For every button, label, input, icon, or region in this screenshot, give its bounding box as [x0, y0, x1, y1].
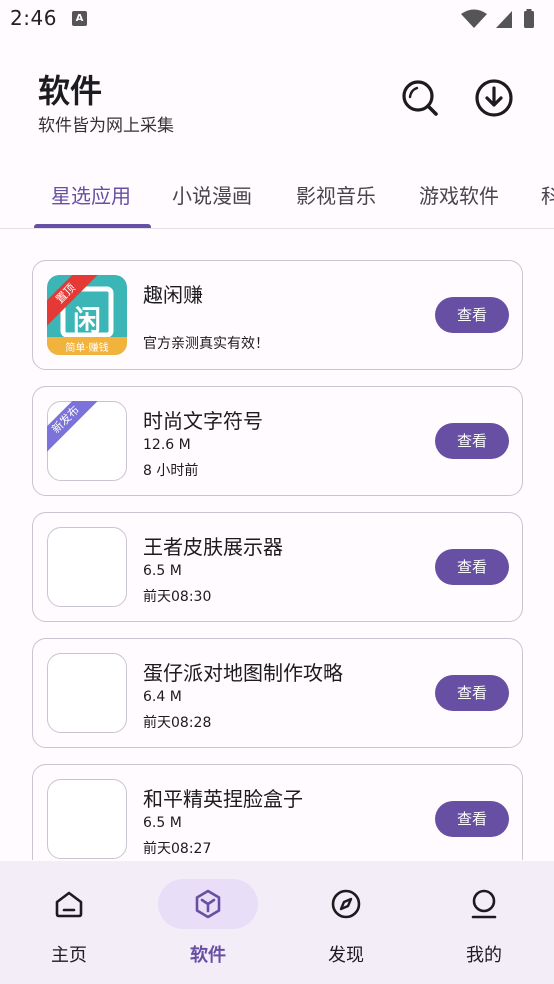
tab-technology[interactable]: 科	[541, 180, 554, 209]
tab-featured-apps[interactable]: 星选应用	[51, 180, 131, 209]
search-icon	[402, 80, 438, 116]
app-update-time: 前天08:28	[143, 715, 212, 731]
nav-label: 主页	[51, 945, 87, 966]
app-name: 趣闲赚	[143, 283, 203, 307]
badge-pinned: 置顶	[47, 275, 105, 333]
app-name: 蛋仔派对地图制作攻略	[143, 661, 343, 685]
nav-home[interactable]: 主页	[19, 879, 119, 969]
page-title: 软件	[38, 72, 103, 110]
view-button[interactable]: 查看	[435, 801, 509, 837]
nav-software[interactable]: 软件	[158, 879, 258, 969]
active-tab-indicator	[34, 224, 151, 228]
search-button[interactable]	[396, 74, 444, 122]
wifi-icon	[461, 9, 487, 28]
tab-video-music[interactable]: 影视音乐	[296, 180, 376, 209]
app-icon	[47, 527, 127, 607]
app-icon	[47, 779, 127, 859]
category-tabs: 星选应用 小说漫画 影视音乐 游戏软件 科	[0, 166, 554, 229]
view-button[interactable]: 查看	[435, 297, 509, 333]
app-description: 官方亲测真实有效！	[143, 336, 269, 352]
app-list: 闲 简单·赚钱 置顶 趣闲赚 官方亲测真实有效！ 查看 新发布 时尚文字符号 1…	[0, 230, 554, 860]
status-bar: 2:46 A	[0, 0, 554, 40]
view-button[interactable]: 查看	[435, 549, 509, 585]
nav-discover[interactable]: 发现	[296, 879, 396, 969]
app-name: 和平精英捏脸盒子	[143, 787, 303, 811]
app-name: 王者皮肤展示器	[143, 535, 283, 559]
nav-label: 发现	[328, 945, 364, 966]
app-logo-caption: 简单·赚钱	[65, 343, 109, 354]
app-card[interactable]: 新发布 时尚文字符号 12.6 M 8 小时前 查看	[32, 386, 523, 496]
app-header: 软件 软件皆为网上采集	[0, 40, 554, 160]
app-update-time: 前天08:27	[143, 841, 212, 857]
home-icon	[55, 891, 83, 918]
app-update-time: 8 小时前	[143, 463, 199, 479]
notification-icon: A	[72, 11, 87, 26]
app-card[interactable]: 闲 简单·赚钱 置顶 趣闲赚 官方亲测真实有效！ 查看	[32, 260, 523, 370]
badge-new-release: 新发布	[47, 401, 105, 459]
app-size: 6.4 M	[143, 689, 182, 705]
signal-icon	[496, 11, 512, 28]
app-card[interactable]: 蛋仔派对地图制作攻略 6.4 M 前天08:28 查看	[32, 638, 523, 748]
page-subtitle: 软件皆为网上采集	[38, 116, 174, 136]
nav-mine[interactable]: 我的	[434, 879, 534, 969]
app-card[interactable]: 和平精英捏脸盒子 6.5 M 前天08:27 查看	[32, 764, 523, 860]
app-card[interactable]: 王者皮肤展示器 6.5 M 前天08:30 查看	[32, 512, 523, 622]
app-icon	[47, 653, 127, 733]
download-button[interactable]	[470, 74, 518, 122]
bottom-navigation: 主页 软件 发现 我的	[0, 861, 554, 984]
status-icons	[461, 9, 534, 28]
battery-icon	[524, 11, 534, 28]
nav-label: 软件	[190, 945, 226, 966]
tab-games-software[interactable]: 游戏软件	[419, 180, 499, 209]
app-size: 12.6 M	[143, 437, 191, 453]
view-button[interactable]: 查看	[435, 423, 509, 459]
status-time: 2:46	[10, 6, 57, 30]
download-icon	[475, 79, 513, 117]
tab-novels-comics[interactable]: 小说漫画	[172, 180, 252, 209]
view-button[interactable]: 查看	[435, 675, 509, 711]
badge-ribbon: 新发布	[47, 401, 107, 461]
compass-icon	[331, 889, 361, 919]
cube-icon	[195, 889, 221, 919]
nav-label: 我的	[466, 945, 502, 966]
user-icon	[471, 889, 497, 919]
app-size: 6.5 M	[143, 563, 182, 579]
app-size: 6.5 M	[143, 815, 182, 831]
app-name: 时尚文字符号	[143, 409, 263, 433]
badge-ribbon: 置顶	[47, 275, 107, 335]
app-update-time: 前天08:30	[143, 589, 212, 605]
